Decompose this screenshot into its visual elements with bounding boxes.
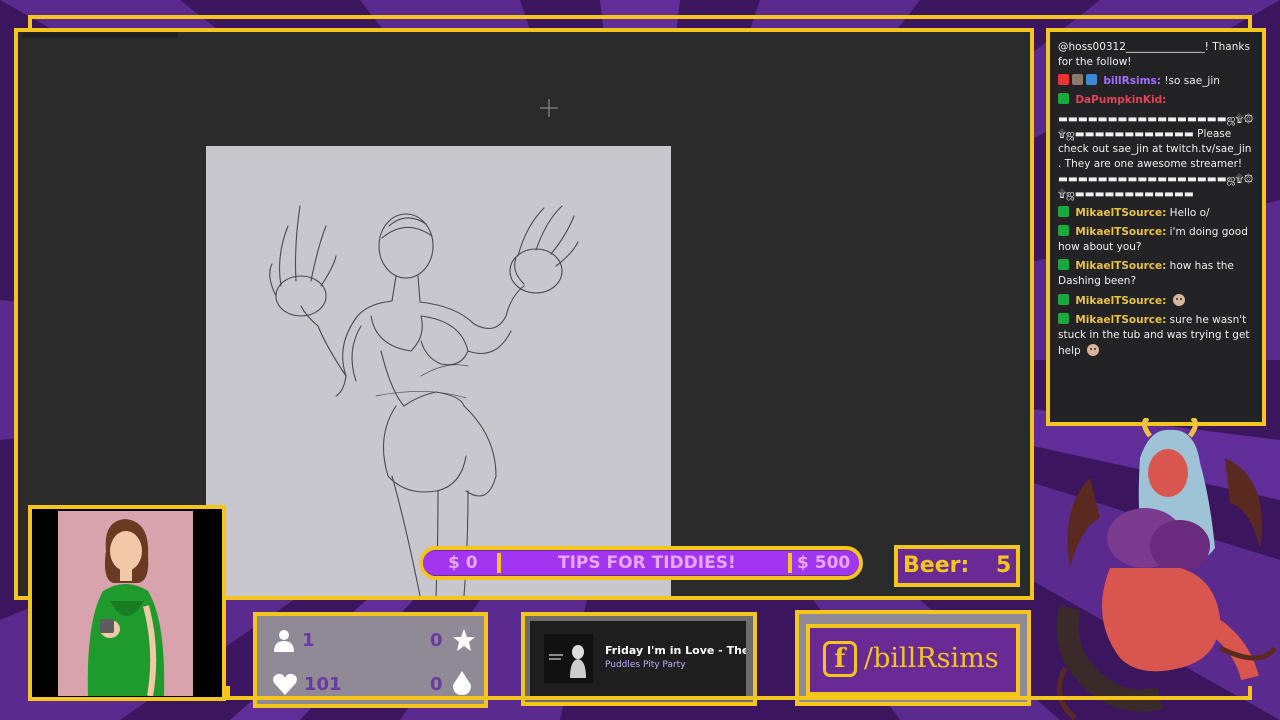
chat-colon: : [1162,260,1167,272]
chat-colon: : [1162,207,1167,219]
overlay-top-border [28,15,1252,29]
chat-message: billRsims: !so sae_jin [1058,74,1254,89]
social-handle[interactable]: /billRsims [864,642,999,676]
moderator-badge-icon [1058,294,1069,305]
chat-message: MikaelTSource: [1058,293,1254,309]
broadcaster-badge-icon [1058,74,1069,85]
chat-message: MikaelTSource: Hello o/ [1058,206,1254,221]
chat-username[interactable]: MikaelTSource [1075,260,1162,272]
chat-colon: : [1162,226,1167,238]
moderator-badge-icon [1058,206,1069,217]
beer-count: 5 [996,553,1012,578]
person-icon [274,630,294,652]
chat-username[interactable]: MikaelTSource [1075,207,1162,219]
chat-message-text: @hoss00312_______________! Thanks for th… [1058,41,1250,68]
beer-label: Beer: [903,553,970,578]
pencil-sketch [269,205,579,596]
chat-message: MikaelTSource: how has the Dashing been? [1058,259,1254,289]
chat-username[interactable]: DaPumpkinKid [1075,94,1162,106]
chat-message-text: Hello o/ [1169,207,1210,219]
face-emote-icon [1087,344,1100,356]
chat-username[interactable]: billRsims [1103,75,1156,87]
chat-message: MikaelTSource: i'm doing good how about … [1058,225,1254,255]
chat-message: @hoss00312_______________! Thanks for th… [1058,40,1254,70]
chat-message-text: ▬▬▬▬▬▬▬▬▬▬▬▬▬▬▬▬▬ஜ۩۞۩ஜ▬▬▬▬▬▬▬▬▬▬▬▬ Pleas… [1058,113,1254,200]
subscriber-badge-icon [1072,74,1083,85]
character-portrait [58,511,193,696]
chat-message: MikaelTSource: sure he wasn't stuck in t… [1058,313,1254,359]
follower-count: 1 [302,630,315,651]
chat-message: DaPumpkinKid: [1058,93,1254,108]
tips-min-label: $ 0 [448,553,478,573]
chat-username[interactable]: MikaelTSource [1075,226,1162,238]
chat-panel[interactable]: @hoss00312_______________! Thanks for th… [1058,40,1254,412]
chat-username[interactable]: MikaelTSource [1075,295,1162,307]
chat-message: ▬▬▬▬▬▬▬▬▬▬▬▬▬▬▬▬▬ஜ۩۞۩ஜ▬▬▬▬▬▬▬▬▬▬▬▬ Pleas… [1058,112,1254,202]
prime-badge-icon [1086,74,1097,85]
cursor-crosshair-icon [540,99,558,117]
star-icon [453,629,475,651]
tips-title: TIPS FOR TIDDIES! [558,553,736,573]
face-emote-icon [1172,294,1185,306]
tips-tick-end [788,553,792,573]
chat-colon: : [1162,295,1167,307]
song-title: Friday I'm in Love - The Bo [605,644,746,657]
chat-username[interactable]: MikaelTSource [1075,314,1162,326]
chat-colon: : [1162,94,1167,106]
favorite-count: 0 [430,630,443,651]
moderator-badge-icon [1058,259,1069,270]
song-artist: Puddles Pity Party [605,660,686,670]
tips-tick-start [497,553,501,573]
canvas-toolbar-strip [22,32,178,38]
moderator-badge-icon [1058,93,1069,104]
tips-max-label: $ 500 [797,553,851,573]
facebook-icon: f [823,641,857,677]
chat-colon: : [1156,75,1161,87]
demon-mascot [1056,418,1277,720]
chat-message-text: !so sae_jin [1164,75,1220,87]
chat-colon: : [1162,314,1167,326]
album-art [544,634,593,683]
moderator-badge-icon [1058,225,1069,236]
overlay-bottom-border [226,686,1252,700]
moderator-badge-icon [1058,313,1069,324]
